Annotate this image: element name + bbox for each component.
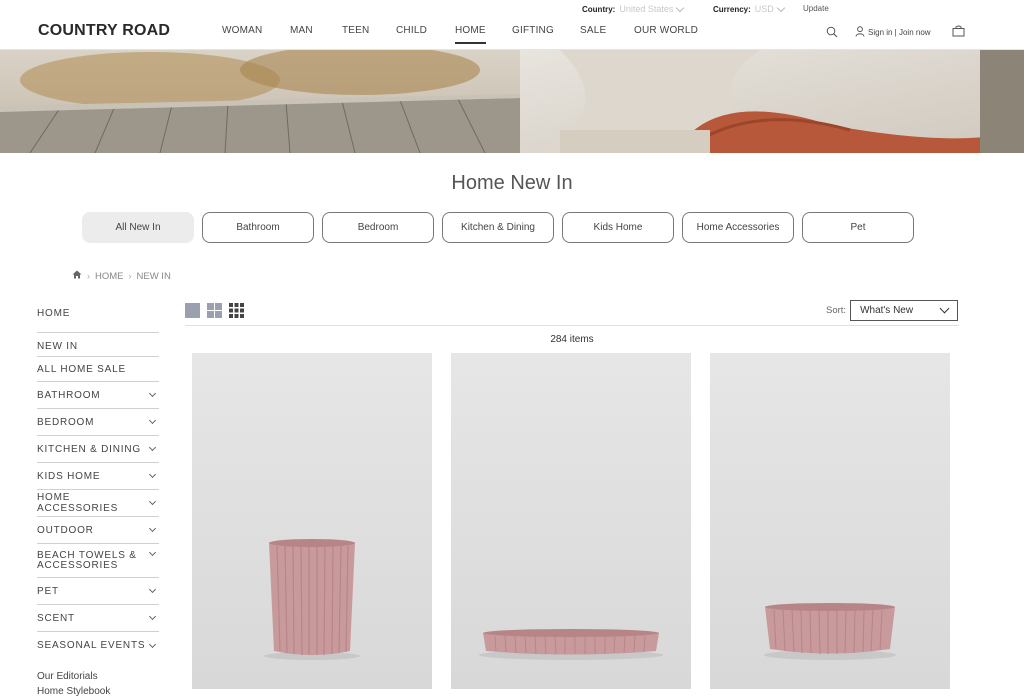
home-icon[interactable] xyxy=(72,270,82,282)
sidebar-item-home-accessories[interactable]: HOME ACCESSORIES xyxy=(37,490,159,517)
sidebar-item-outdoor[interactable]: OUTDOOR xyxy=(37,517,159,544)
sort-label: Sort: xyxy=(826,305,847,316)
pill-all-new-in[interactable]: All New In xyxy=(82,212,194,243)
pill-home-accessories[interactable]: Home Accessories xyxy=(682,212,794,243)
product-card[interactable] xyxy=(710,353,950,689)
chevron-down-icon[interactable] xyxy=(148,389,157,398)
search-icon[interactable] xyxy=(826,25,838,43)
sidebar-item-all-home-sale[interactable]: ALL HOME SALE xyxy=(37,357,159,382)
nav-child[interactable]: CHILD xyxy=(396,25,427,36)
item-count: 284 items xyxy=(550,334,594,345)
nav-our-world[interactable]: OUR WORLD xyxy=(634,25,698,36)
sign-in-label: Sign in | Join now xyxy=(868,28,931,37)
sidebar-item-pet[interactable]: PET xyxy=(37,578,159,605)
currency-selector[interactable]: Currency: USD xyxy=(713,3,786,14)
sidebar-item-kitchen-dining[interactable]: KITCHEN & DINING xyxy=(37,436,159,463)
sidebar-item-seasonal-events[interactable]: SEASONAL EVENTS xyxy=(37,632,159,659)
sidebar-title[interactable]: HOME xyxy=(37,300,159,333)
sidebar-link-our-editorials[interactable]: Our Editorials xyxy=(37,671,159,682)
breadcrumb-home[interactable]: HOME xyxy=(95,271,124,282)
grid-view-toggles xyxy=(185,303,244,323)
sort-control: Sort: What's New xyxy=(826,300,959,321)
chevron-down-icon[interactable] xyxy=(148,612,157,621)
pill-kids-home[interactable]: Kids Home xyxy=(562,212,674,243)
country-selector[interactable]: Country: United States xyxy=(582,3,685,14)
product-image-bowl xyxy=(764,603,896,660)
breadcrumb: › HOME › NEW IN xyxy=(72,270,171,282)
chevron-down-icon xyxy=(676,3,685,12)
sign-in-link[interactable]: Sign in | Join now xyxy=(855,26,931,39)
divider xyxy=(185,325,959,326)
breadcrumb-new-in: NEW IN xyxy=(136,270,171,282)
logo[interactable]: COUNTRY ROAD xyxy=(38,22,170,40)
chevron-down-icon[interactable] xyxy=(148,524,157,533)
chevron-down-icon[interactable] xyxy=(148,640,157,648)
nav-home[interactable]: HOME xyxy=(455,25,486,44)
sidebar-item-label: SCENT xyxy=(37,612,75,624)
product-card[interactable] xyxy=(192,353,432,689)
chevron-down-icon[interactable] xyxy=(148,548,157,557)
sidebar-item-beach-towels[interactable]: BEACH TOWELS & ACCESSORIES xyxy=(37,544,159,578)
nine-grid-view-icon[interactable] xyxy=(229,303,244,323)
nav-gifting[interactable]: GIFTING xyxy=(512,25,554,36)
sidebar-item-label: NEW IN xyxy=(37,341,78,352)
nav-teen[interactable]: TEEN xyxy=(342,25,369,36)
product-image-plate xyxy=(479,629,663,660)
four-grid-view-icon[interactable] xyxy=(207,303,222,323)
product-image-tumbler xyxy=(264,539,360,660)
hero-banner xyxy=(0,50,1024,153)
chevron-down-icon xyxy=(939,303,950,314)
update-link[interactable]: Update xyxy=(803,4,829,13)
sidebar-item-label: ALL HOME SALE xyxy=(37,363,126,375)
sidebar-item-bedroom[interactable]: BEDROOM xyxy=(37,409,159,436)
hero-image xyxy=(0,50,1024,153)
sidebar-item-label: PET xyxy=(37,585,59,597)
nav-sale[interactable]: SALE xyxy=(580,25,606,36)
pill-bathroom[interactable]: Bathroom xyxy=(202,212,314,243)
sidebar-item-new-in[interactable]: NEW IN xyxy=(37,333,159,357)
sidebar-item-bathroom[interactable]: BATHROOM xyxy=(37,382,159,409)
nav-woman[interactable]: WOMAN xyxy=(222,25,262,36)
sidebar-item-label: KIDS HOME xyxy=(37,470,101,482)
page-title: Home New In xyxy=(451,172,573,194)
nav-man[interactable]: MAN xyxy=(290,25,313,36)
sidebar-item-label: BEDROOM xyxy=(37,416,95,428)
sidebar-item-label: BEACH TOWELS & ACCESSORIES xyxy=(37,549,137,571)
chevron-down-icon[interactable] xyxy=(148,416,157,425)
chevron-right-icon: › xyxy=(87,271,90,281)
chevron-down-icon[interactable] xyxy=(148,470,157,479)
currency-value[interactable]: USD xyxy=(755,4,774,14)
sidebar-item-label: OUTDOOR xyxy=(37,524,94,536)
pill-kitchen-dining[interactable]: Kitchen & Dining xyxy=(442,212,554,243)
utility-bar: Country: United States Currency: USD Upd… xyxy=(0,0,1024,16)
product-card[interactable] xyxy=(451,353,691,689)
country-value[interactable]: United States xyxy=(619,4,673,14)
sidebar-item-kids-home[interactable]: KIDS HOME xyxy=(37,463,159,490)
chevron-down-icon xyxy=(776,3,786,12)
main-header: COUNTRY ROAD WOMAN MAN TEEN CHILD HOME G… xyxy=(0,16,1024,50)
chevron-right-icon: › xyxy=(128,271,132,281)
chevron-down-icon[interactable] xyxy=(148,585,157,594)
bag-icon[interactable] xyxy=(952,24,965,42)
sidebar-item-scent[interactable]: SCENT xyxy=(37,605,159,632)
category-sidebar: HOME NEW IN ALL HOME SALE BATHROOM BEDRO… xyxy=(37,300,159,697)
sidebar-item-label: HOME ACCESSORIES xyxy=(37,492,119,514)
sidebar-item-label: SEASONAL EVENTS xyxy=(37,640,146,651)
sort-value: What's New xyxy=(860,305,914,316)
sidebar-link-home-stylebook[interactable]: Home Stylebook xyxy=(37,686,159,697)
single-view-icon[interactable] xyxy=(185,303,200,323)
sidebar-item-label: KITCHEN & DINING xyxy=(37,443,141,455)
country-label: Country: xyxy=(582,4,616,14)
sidebar-item-label: BATHROOM xyxy=(37,389,101,401)
user-icon xyxy=(855,26,865,39)
chevron-down-icon[interactable] xyxy=(148,443,157,452)
pill-pet[interactable]: Pet xyxy=(802,212,914,243)
sort-select[interactable]: What's New xyxy=(850,300,959,321)
currency-label: Currency: xyxy=(713,4,751,14)
pill-bedroom[interactable]: Bedroom xyxy=(322,212,434,243)
